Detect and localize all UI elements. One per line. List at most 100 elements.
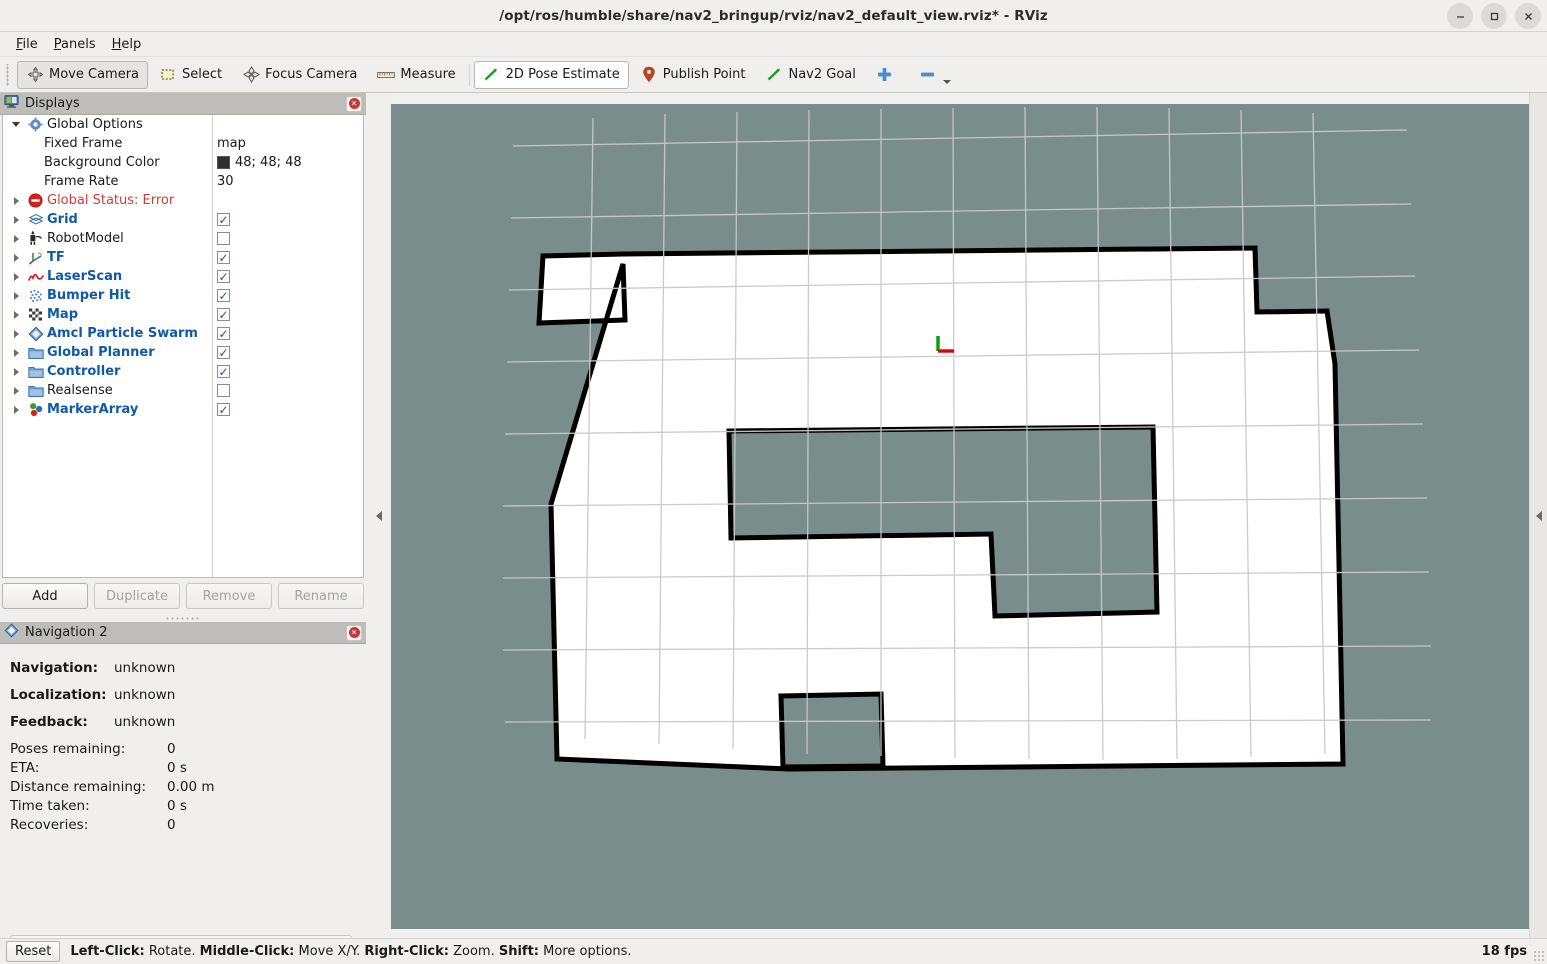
chevron-right-icon[interactable] [11, 362, 21, 381]
chevron-right-icon[interactable] [11, 400, 21, 419]
remove-button[interactable]: Remove [186, 583, 272, 609]
tool-move-camera[interactable]: Move Camera [17, 60, 149, 89]
nav2-goal-icon [765, 66, 783, 84]
tree-label-amcl-particle-swarm: Amcl Particle Swarm [47, 326, 198, 341]
tree-label-grid: Grid [47, 212, 78, 227]
tree-row-background-color[interactable]: Background Color 48; 48; 48 [3, 153, 363, 172]
chevron-right-icon[interactable] [11, 210, 21, 229]
maximize-button[interactable] [1481, 3, 1507, 29]
tree-label-global-planner: Global Planner [47, 345, 155, 360]
tree-row-amcl-particle-swarm[interactable]: Amcl Particle Swarm ✓ [3, 324, 363, 343]
chevron-right-icon[interactable] [11, 286, 21, 305]
fps-counter: 18 fps [1481, 944, 1527, 959]
tree-checkbox-amcl-particle-swarm[interactable]: ✓ [217, 327, 230, 340]
hint-shift-key: Shift: [498, 944, 540, 959]
chevron-right-icon[interactable] [11, 305, 21, 324]
displays-panel-title: Displays [25, 96, 80, 111]
displays-tree[interactable]: Global Options Fixed Frame map Backgroun… [2, 115, 364, 578]
nav-stat-time-taken: Time taken: 0 s [0, 798, 366, 817]
folder-icon [27, 382, 44, 399]
duplicate-button[interactable]: Duplicate [94, 583, 180, 609]
tree-row-controller[interactable]: Controller ✓ [3, 362, 363, 381]
tree-row-map[interactable]: Map ✓ [3, 305, 363, 324]
toolbar-overflow-arrow-icon[interactable] [942, 79, 951, 84]
tree-row-laserscan[interactable]: LaserScan ✓ [3, 267, 363, 286]
tool-add[interactable] [867, 61, 908, 89]
nav-state-feedback: Feedback: unknown [0, 708, 366, 735]
menu-help[interactable]: Help [104, 35, 150, 54]
resize-grip[interactable] [1533, 950, 1545, 962]
tree-row-tf[interactable]: TF ✓ [3, 248, 363, 267]
tool-focus-camera[interactable]: Focus Camera [233, 61, 366, 89]
hint-right-click-value: Zoom. [448, 944, 499, 959]
chevron-right-icon[interactable] [11, 191, 21, 210]
tree-value-frame-rate[interactable]: 30 [217, 174, 234, 189]
displays-panel-icon [4, 94, 19, 113]
chevron-down-icon[interactable] [11, 115, 21, 134]
tree-label-fixed-frame: Fixed Frame [44, 136, 123, 151]
tree-value-fixed-frame[interactable]: map [217, 136, 246, 151]
gear-icon [27, 116, 44, 133]
tree-row-bumper-hit[interactable]: Bumper Hit ✓ [3, 286, 363, 305]
hint-middle-click-key: Middle-Click: [199, 944, 295, 959]
tree-checkbox-tf[interactable]: ✓ [217, 251, 230, 264]
dock-splitter[interactable] [0, 613, 366, 622]
select-icon [159, 66, 177, 84]
left-panel-collapse-handle[interactable] [366, 93, 391, 938]
tree-value-background-color[interactable]: 48; 48; 48 [217, 155, 302, 170]
render-view-3d[interactable] [391, 104, 1529, 929]
chevron-right-icon[interactable] [11, 248, 21, 267]
tree-checkbox-controller[interactable]: ✓ [217, 365, 230, 378]
tree-checkbox-map[interactable]: ✓ [217, 308, 230, 321]
chevron-right-icon[interactable] [11, 229, 21, 248]
menu-file[interactable]: File [8, 35, 46, 54]
chevron-right-icon[interactable] [11, 343, 21, 362]
laserscan-icon [27, 268, 44, 285]
tree-checkbox-laserscan[interactable]: ✓ [217, 270, 230, 283]
tree-row-fixed-frame[interactable]: Fixed Frame map [3, 134, 363, 153]
hint-shift-value: More options. [539, 944, 632, 959]
chevron-right-icon[interactable] [11, 381, 21, 400]
close-button[interactable] [1515, 3, 1541, 29]
focus-camera-icon [242, 66, 260, 84]
tree-row-global-status[interactable]: Global Status: Error [3, 191, 363, 210]
tool-nav2-goal[interactable]: Nav2 Goal [756, 61, 864, 89]
tree-checkbox-realsense[interactable] [217, 384, 230, 397]
minimize-button[interactable] [1447, 3, 1473, 29]
chevron-right-icon[interactable] [11, 267, 21, 286]
tool-select[interactable]: Select [150, 61, 231, 89]
chevron-right-icon[interactable] [11, 324, 21, 343]
right-panel-collapse-handle[interactable] [1529, 93, 1547, 938]
tree-checkbox-grid[interactable]: ✓ [217, 213, 230, 226]
nav2-panel-close-button[interactable]: ✕ [346, 624, 362, 641]
tree-label-global-options: Global Options [47, 117, 143, 132]
tree-checkbox-global-planner[interactable]: ✓ [217, 346, 230, 359]
displays-panel-close-button[interactable]: ✕ [346, 95, 362, 112]
nav2-panel-title: Navigation 2 [25, 625, 108, 640]
tool-publish-point[interactable]: Publish Point [631, 61, 755, 89]
tool-remove[interactable] [910, 61, 964, 89]
nav-stat-recoveries-value: 0 [167, 817, 176, 833]
tree-row-global-planner[interactable]: Global Planner ✓ [3, 343, 363, 362]
rename-button[interactable]: Rename [278, 583, 364, 609]
toolbar-grip[interactable] [4, 63, 13, 86]
plus-icon [876, 66, 894, 84]
add-button[interactable]: Add [2, 583, 88, 609]
tree-row-realsense[interactable]: Realsense [3, 381, 363, 400]
tree-checkbox-robotmodel[interactable] [217, 232, 230, 245]
displays-panel-header: Displays ✕ [0, 93, 366, 115]
tree-checkbox-bumper-hit[interactable]: ✓ [217, 289, 230, 302]
tree-row-markerarray[interactable]: MarkerArray ✓ [3, 400, 363, 419]
nav-stat-eta: ETA: 0 s [0, 760, 366, 779]
tree-row-frame-rate[interactable]: Frame Rate 30 [3, 172, 363, 191]
reset-button[interactable]: Reset [6, 941, 61, 962]
nav-state-navigation: Navigation: unknown [0, 654, 366, 681]
tree-row-grid[interactable]: Grid ✓ [3, 210, 363, 229]
nav-state-localization-value: unknown [114, 686, 176, 703]
tool-measure[interactable]: Measure [368, 61, 464, 89]
tree-checkbox-markerarray[interactable]: ✓ [217, 403, 230, 416]
tree-row-global-options[interactable]: Global Options [3, 115, 363, 134]
tree-row-robotmodel[interactable]: RobotModel [3, 229, 363, 248]
tool-2d-pose-estimate[interactable]: 2D Pose Estimate [473, 60, 629, 89]
menu-panels[interactable]: Panels [46, 35, 104, 54]
